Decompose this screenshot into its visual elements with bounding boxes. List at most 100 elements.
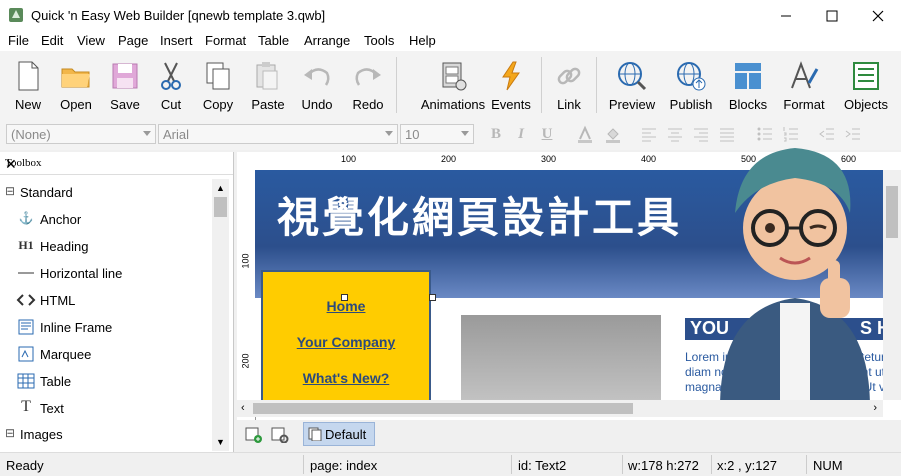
nav-link-whats-new[interactable]: What's New? (263, 370, 429, 386)
scrollbar-thumb[interactable] (214, 197, 227, 217)
style-select[interactable]: (None) (6, 124, 156, 144)
paste-button[interactable]: Paste (246, 51, 290, 119)
status-id: id: Text2 (518, 458, 567, 473)
menu-file[interactable]: File (8, 33, 29, 48)
selection-handle[interactable] (429, 294, 436, 301)
blocks-button[interactable]: Blocks (724, 51, 772, 119)
new-document-icon (18, 61, 39, 91)
toolbox-item-horizontal-line[interactable]: Horizontal line (0, 260, 210, 287)
menu-tools[interactable]: Tools (364, 33, 394, 48)
events-button[interactable]: Events (489, 51, 533, 119)
toolbox-item-html[interactable]: HTML (0, 287, 210, 314)
maximize-icon (826, 10, 838, 21)
code-icon (16, 294, 36, 306)
menu-arrange[interactable]: Arrange (304, 33, 350, 48)
add-page-icon[interactable] (245, 427, 263, 443)
nav-link-company[interactable]: Your Company (263, 334, 429, 350)
status-position: x:2 , y:127 (717, 458, 777, 473)
fill-color-icon[interactable] (604, 125, 622, 143)
horizontal-line-icon (18, 272, 34, 274)
film-animation-icon (442, 62, 467, 91)
publish-button[interactable]: Publish (665, 51, 717, 119)
scroll-left-icon[interactable]: ‹ (241, 402, 245, 414)
preview-button[interactable]: Preview (606, 51, 658, 119)
animations-button[interactable]: Animations (405, 51, 501, 119)
toolbar-separator (396, 57, 397, 113)
toolbox-item-inline-frame[interactable]: Inline Frame (0, 314, 210, 341)
scroll-up-icon[interactable]: ▲ (216, 183, 225, 193)
toolbox-item-table[interactable]: Table (0, 368, 210, 395)
maximize-button[interactable] (809, 0, 855, 31)
toolbox-item-anchor[interactable]: ⚓ Anchor (0, 206, 210, 233)
link-chain-icon (557, 67, 581, 85)
toolbox-item-marquee[interactable]: Marquee (0, 341, 210, 368)
objects-button[interactable]: Objects (840, 51, 892, 119)
menu-format[interactable]: Format (205, 33, 246, 48)
format-button[interactable]: Format (780, 51, 828, 119)
scrollbar-thumb[interactable] (886, 186, 898, 238)
window-title: Quick 'n Easy Web Builder [qnewb templat… (31, 8, 326, 23)
toolbox-group-standard[interactable]: ⊟ Standard (0, 179, 210, 206)
nav-text-box[interactable]: Home Your Company What's New? (261, 270, 436, 400)
tab-default[interactable]: Default (303, 422, 375, 446)
chevron-down-icon (461, 131, 469, 136)
italic-icon[interactable]: I (512, 125, 530, 143)
objects-list-icon (853, 62, 879, 90)
menu-edit[interactable]: Edit (41, 33, 63, 48)
menu-insert[interactable]: Insert (160, 33, 193, 48)
cut-button[interactable]: Cut (150, 51, 192, 119)
collapse-icon[interactable]: ⊟ (5, 426, 15, 442)
bold-icon[interactable]: B (487, 125, 505, 143)
text-icon: T (21, 398, 31, 415)
status-bar: Ready page: index id: Text2 w:178 h:272 … (0, 452, 901, 476)
content-photo[interactable] (461, 315, 661, 400)
undo-button[interactable]: Undo (296, 51, 338, 119)
close-icon (872, 10, 884, 21)
menu-view[interactable]: View (77, 33, 105, 48)
toolbox-item-heading[interactable]: H1 Heading (0, 233, 210, 260)
menu-help[interactable]: Help (409, 33, 436, 48)
title-bar: Quick 'n Easy Web Builder [qnewb templat… (0, 0, 901, 31)
scroll-down-icon[interactable]: ▼ (216, 437, 225, 447)
collapse-icon[interactable]: ⊟ (5, 184, 15, 200)
toolbox-group-images[interactable]: ⊟ Images (0, 421, 210, 448)
open-button[interactable]: Open (53, 51, 99, 119)
scissors-icon (161, 62, 181, 90)
chevron-down-icon (143, 131, 151, 136)
scroll-right-icon[interactable]: › (873, 402, 877, 414)
selection-handle[interactable] (341, 294, 348, 301)
link-button[interactable]: Link (549, 51, 589, 119)
close-icon[interactable]: ✕ (5, 157, 227, 174)
status-numlock: NUM (813, 458, 843, 473)
underline-icon[interactable]: U (538, 125, 556, 143)
menu-table[interactable]: Table (258, 33, 289, 48)
canvas-vertical-scrollbar[interactable] (883, 170, 901, 400)
save-button[interactable]: Save (103, 51, 147, 119)
copy-button[interactable]: Copy (196, 51, 240, 119)
minimize-icon (781, 15, 791, 16)
font-select[interactable]: Arial (158, 124, 398, 144)
canvas-horizontal-scrollbar[interactable]: ‹ › (237, 400, 883, 417)
menu-page[interactable]: Page (118, 33, 148, 48)
lightning-icon (502, 61, 520, 91)
status-ready: Ready (6, 458, 44, 473)
align-left-icon[interactable] (640, 125, 658, 143)
align-center-icon[interactable] (666, 125, 684, 143)
globe-magnifier-icon (618, 62, 647, 91)
vertical-ruler: 100 200 (237, 170, 256, 422)
close-button[interactable] (855, 0, 901, 31)
minimize-button[interactable] (763, 0, 809, 31)
scrollbar-thumb[interactable] (253, 403, 633, 414)
page-settings-icon[interactable] (271, 427, 289, 443)
heading-icon: H1 (18, 238, 34, 252)
toolbox-item-text[interactable]: T Text (0, 395, 210, 422)
status-size: w:178 h:272 (628, 458, 699, 473)
page-tabs-bar: Default (237, 420, 901, 450)
toolbox-scrollbar[interactable]: ▲ ▼ (212, 179, 229, 451)
font-size-select[interactable]: 10 (400, 124, 474, 144)
menu-bar: File Edit View Page Insert Format Table … (0, 31, 901, 51)
text-color-icon[interactable] (576, 125, 594, 143)
copy-icon (206, 62, 230, 90)
redo-button[interactable]: Redo (347, 51, 389, 119)
new-button[interactable]: New (6, 51, 50, 119)
